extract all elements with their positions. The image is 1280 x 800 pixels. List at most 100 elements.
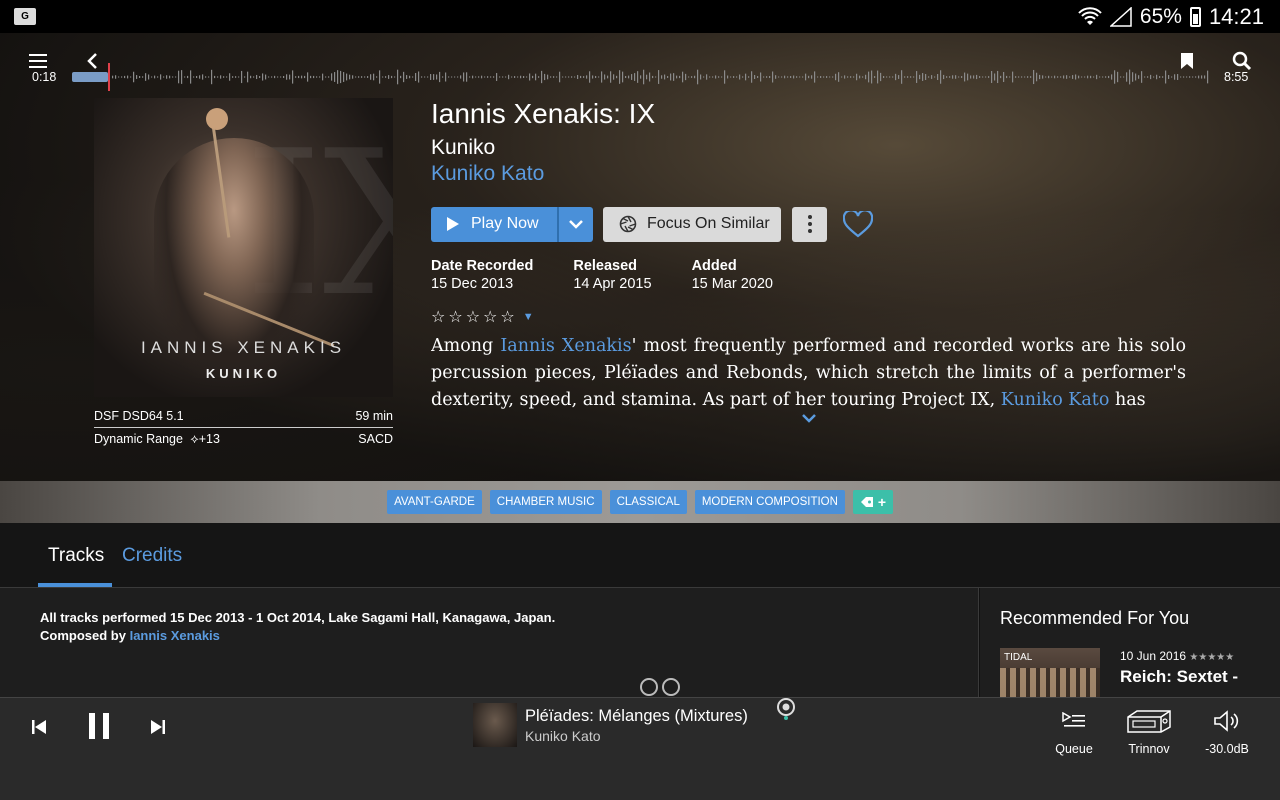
playhead[interactable] <box>108 63 110 91</box>
waveform-bar <box>757 76 759 78</box>
waveform-bar <box>1108 75 1110 79</box>
waveform-bar <box>277 76 279 78</box>
waveform-bar <box>1018 76 1020 78</box>
waveform-bar <box>466 72 468 82</box>
waveform-bar <box>946 76 948 78</box>
date-recorded-value: 15 Dec 2013 <box>431 276 514 292</box>
waveform-bar <box>148 74 150 80</box>
waveform-bar <box>541 70 543 84</box>
waveform-bar <box>1030 76 1032 78</box>
now-playing-title[interactable]: Pléïades: Mélanges (Mixtures) <box>525 707 748 726</box>
waveform-bar <box>328 76 330 78</box>
waveform-bar <box>421 76 423 78</box>
star-3-icon[interactable]: ☆ <box>466 307 480 327</box>
genre-tag[interactable]: MODERN COMPOSITION <box>694 490 845 514</box>
album-performer-link[interactable]: Kuniko Kato <box>431 162 1186 186</box>
star-2-icon[interactable]: ☆ <box>448 307 462 327</box>
waveform-bar <box>1060 76 1062 78</box>
waveform-bar <box>229 73 231 81</box>
waveform-bar <box>847 76 849 78</box>
waveform-bar <box>580 75 582 79</box>
waveform-bar <box>1138 75 1140 79</box>
waveform-bar <box>205 76 207 78</box>
previous-track-button[interactable] <box>28 716 50 738</box>
waveform-bar <box>997 70 999 84</box>
waveform-bar <box>139 76 141 78</box>
waveform-bar <box>244 76 246 78</box>
recommended-album-title[interactable]: Reich: Sextet - <box>1120 667 1238 687</box>
rating-dropdown-icon[interactable]: ▼ <box>523 311 534 323</box>
waveform-bar <box>823 76 825 78</box>
composer-link[interactable]: Iannis Xenakis <box>130 628 220 643</box>
star-1-icon[interactable]: ☆ <box>431 307 445 327</box>
play-options-dropdown[interactable] <box>557 206 593 242</box>
recommended-album-cover[interactable]: TIDAL <box>1000 648 1100 697</box>
waveform-bar <box>850 76 852 78</box>
genre-tag[interactable]: CLASSICAL <box>609 490 687 514</box>
waveform-bar <box>478 76 480 78</box>
genre-tag[interactable]: CHAMBER MUSIC <box>489 490 602 514</box>
now-playing-artist[interactable]: Kuniko Kato <box>525 728 601 744</box>
waveform-bar <box>364 76 366 78</box>
waveform-bar <box>145 73 147 81</box>
waveform-bar <box>217 76 219 78</box>
tab-credits[interactable]: Credits <box>122 545 182 567</box>
waveform-bar <box>685 73 687 81</box>
signal-icon <box>1109 6 1132 27</box>
waveform-bar <box>1066 75 1068 79</box>
genre-tag[interactable]: AVANT-GARDE <box>387 490 482 514</box>
zone-button[interactable]: Trinnov <box>1120 706 1178 756</box>
next-track-button[interactable] <box>147 716 169 738</box>
waveform-bar <box>259 76 261 78</box>
star-4-icon[interactable]: ☆ <box>483 307 497 327</box>
waveform-bar <box>667 76 669 78</box>
album-cover[interactable]: IX IANNIS XENAKIS KUNIKO <box>94 98 393 397</box>
waveform-bar <box>391 75 393 79</box>
added-value: 15 Mar 2020 <box>691 276 773 292</box>
waveform-bar <box>772 71 774 83</box>
waveform-bar <box>622 71 624 83</box>
tab-tracks[interactable]: Tracks <box>48 545 104 567</box>
focus-on-similar-button[interactable]: Focus On Similar <box>603 206 781 242</box>
star-5-icon[interactable]: ☆ <box>500 307 514 327</box>
waveform-bar <box>340 70 342 84</box>
waveform-seekbar[interactable] <box>72 66 1210 88</box>
radio-icon[interactable] <box>775 698 797 720</box>
waveform-bar <box>1093 76 1095 78</box>
add-tag-button[interactable]: + <box>852 490 893 514</box>
album-artist-link[interactable]: Kuniko <box>431 136 1186 160</box>
waveform-bar <box>643 69 645 85</box>
pause-button[interactable] <box>84 710 114 742</box>
waveform-bar <box>526 76 528 78</box>
bio-link-performer[interactable]: Kuniko Kato <box>1001 390 1110 410</box>
waveform-bar <box>703 76 705 78</box>
bio-link-composer[interactable]: Iannis Xenakis <box>500 336 631 356</box>
waveform-bar <box>379 70 381 84</box>
play-now-button[interactable]: Play Now <box>431 206 557 242</box>
waveform-bar <box>838 72 840 82</box>
album-hero: IX IANNIS XENAKIS KUNIKO DSF DSD64 5.1 5… <box>0 33 1280 481</box>
waveform-bar <box>1111 74 1113 80</box>
more-options-button[interactable] <box>792 206 827 242</box>
waveform-bar <box>1042 75 1044 79</box>
rating-stars[interactable]: ☆ ☆ ☆ ☆ ☆ ▼ <box>431 307 534 327</box>
recommended-title: Recommended For You <box>1000 608 1190 628</box>
album-info: Iannis Xenakis: IX Kuniko Kuniko Kato <box>431 98 1186 186</box>
waveform-bar <box>415 73 417 81</box>
queue-button[interactable]: Queue <box>1050 706 1098 756</box>
waveform-bar <box>1174 74 1176 80</box>
waveform-bar <box>1198 75 1200 79</box>
waveform-bar <box>862 76 864 78</box>
dynamic-range[interactable]: Dynamic Range ⟡+13 <box>94 432 220 447</box>
favorite-button[interactable] <box>841 207 875 241</box>
volume-button[interactable]: -30.0dB <box>1198 706 1256 756</box>
now-playing-cover[interactable] <box>473 703 517 747</box>
expand-review-icon[interactable] <box>799 411 819 425</box>
waveform-bar <box>730 76 732 78</box>
album-title: Iannis Xenakis: IX <box>431 98 656 129</box>
waveform-bar <box>1207 70 1209 84</box>
waveform-bar <box>133 71 135 83</box>
waveform-bar <box>634 73 636 81</box>
waveform-bar <box>181 70 183 84</box>
waveform-bar <box>1009 76 1011 78</box>
